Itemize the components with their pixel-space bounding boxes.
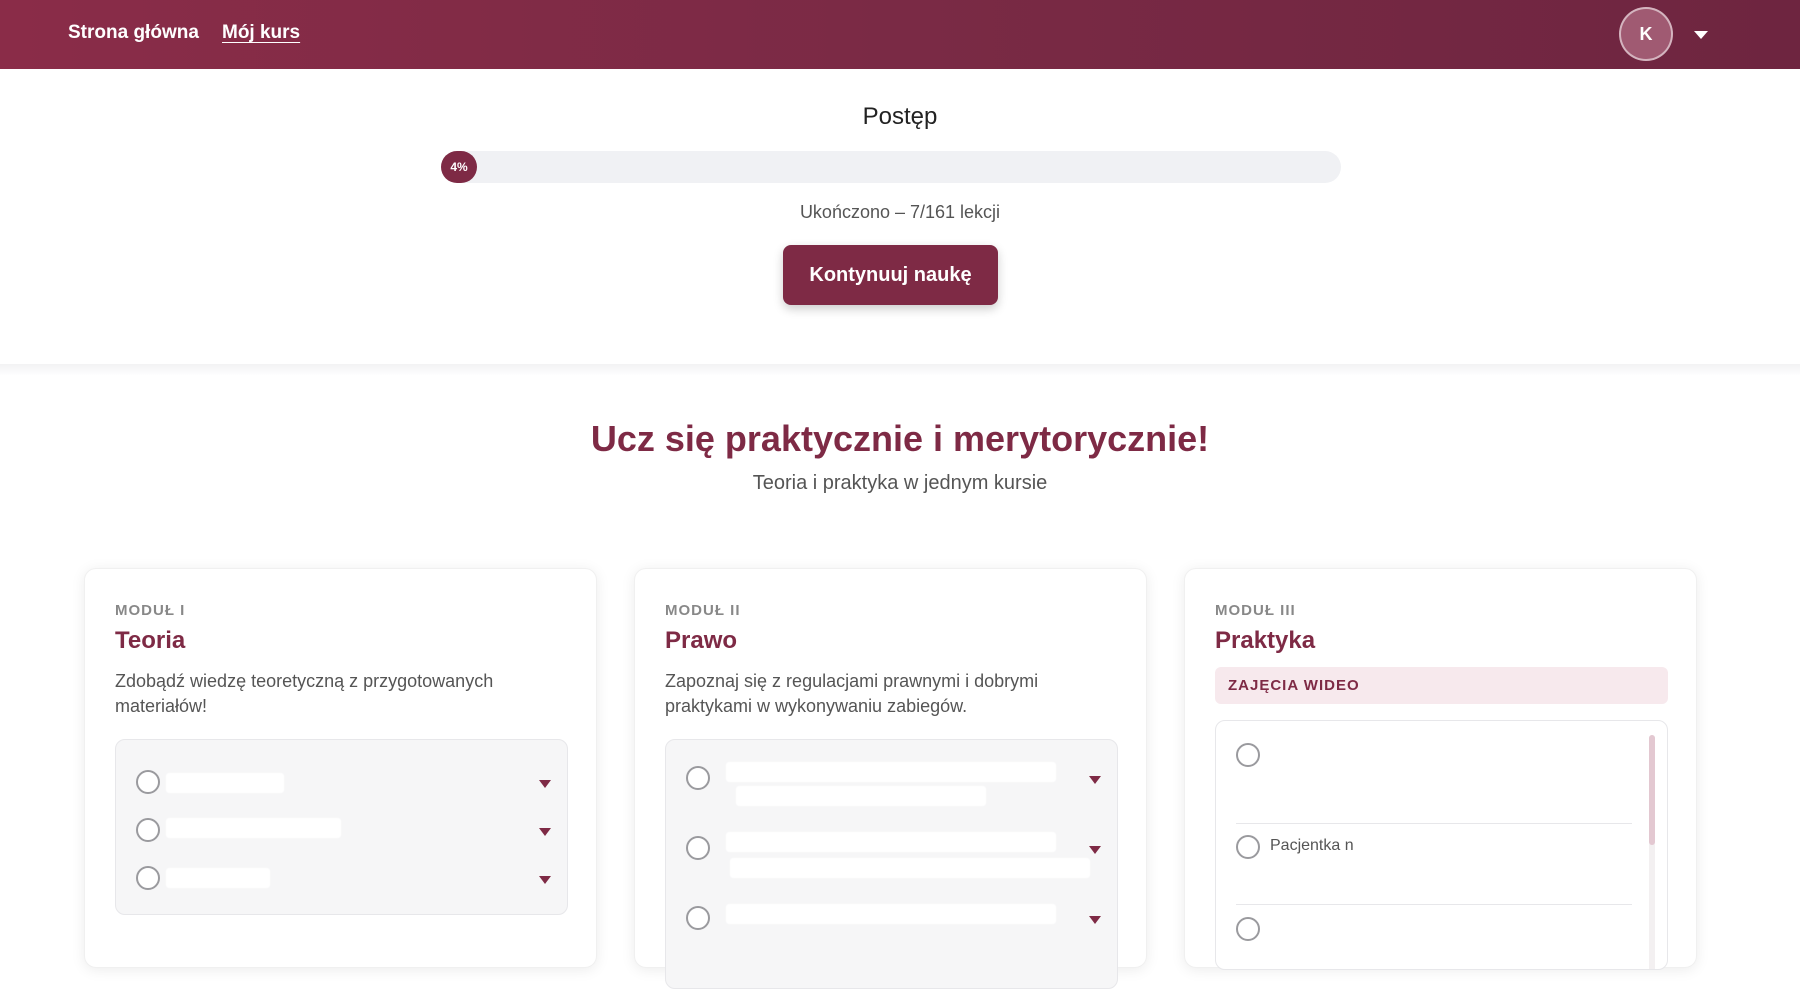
redacted-text <box>166 818 341 838</box>
progress-caption: Ukończono – 7/161 lekcji <box>799 202 1001 222</box>
module-description: Zdobądź wiedzę teoretyczną z przygotowan… <box>115 671 494 716</box>
expand-caret-icon[interactable] <box>1089 776 1101 784</box>
redacted-text <box>726 832 1056 852</box>
section-headline: Ucz się praktycznie i merytorycznie! <box>590 418 1210 459</box>
expand-caret-icon[interactable] <box>539 876 551 884</box>
module-title: Prawo <box>665 627 738 654</box>
lesson-item[interactable] <box>136 810 551 850</box>
user-avatar[interactable]: K <box>1619 7 1673 61</box>
redacted-text <box>1262 861 1442 881</box>
continue-learning-button[interactable]: Kontynuuj naukę <box>783 245 998 305</box>
lesson-title-fragment: Pacjentka n <box>1270 837 1354 854</box>
lesson-status-radio[interactable] <box>136 818 160 842</box>
video-lesson-item[interactable] <box>1236 743 1636 813</box>
scrollbar-thumb[interactable] <box>1649 735 1655 845</box>
lesson-item[interactable] <box>686 828 1101 888</box>
module-description: Zapoznaj się z regulacjami prawnymi i do… <box>665 671 1039 716</box>
lesson-item[interactable] <box>686 758 1101 818</box>
list-divider <box>1236 904 1632 905</box>
lesson-item[interactable] <box>136 762 551 802</box>
expand-caret-icon[interactable] <box>539 828 551 836</box>
lesson-status-radio[interactable] <box>686 836 710 860</box>
progress-title: Postęp <box>862 103 938 130</box>
module-card-law: MODUŁ II Prawo Zapoznaj się z regulacjam… <box>634 568 1147 989</box>
lesson-status-radio[interactable] <box>1236 743 1260 767</box>
nav-my-course-link[interactable]: Mój kurs <box>222 22 300 44</box>
module-title: Teoria <box>115 627 186 654</box>
expand-caret-icon[interactable] <box>1089 846 1101 854</box>
module-label: MODUŁ II <box>665 602 741 619</box>
expand-caret-icon[interactable] <box>1089 916 1101 924</box>
progress-bar: 4% <box>441 151 1341 183</box>
lesson-status-radio[interactable] <box>136 770 160 794</box>
module-title: Praktyka <box>1215 627 1316 654</box>
lesson-status-radio[interactable] <box>686 766 710 790</box>
lesson-list <box>115 739 568 915</box>
module-card-practice: MODUŁ III Praktyka ZAJĘCIA WIDEO Pacjent… <box>1184 568 1697 970</box>
video-lesson-item[interactable] <box>1236 917 1636 967</box>
redacted-text <box>1270 745 1610 765</box>
redacted-text <box>736 786 986 806</box>
video-list-scrollbar[interactable] <box>1649 735 1655 969</box>
redacted-text <box>726 904 1056 924</box>
lesson-item[interactable] <box>136 858 551 898</box>
progress-bar-fill: 4% <box>441 151 477 183</box>
redacted-text <box>1256 769 1572 789</box>
module-label: MODUŁ III <box>1215 602 1296 619</box>
section-subheadline: Teoria i praktyka w jednym kursie <box>752 472 1048 494</box>
redacted-text <box>166 868 270 888</box>
module-label: MODUŁ I <box>115 602 186 619</box>
list-divider <box>1236 823 1632 824</box>
module-card-theory: MODUŁ I Teoria Zdobądź wiedzę teoretyczn… <box>84 568 597 968</box>
lesson-status-radio[interactable] <box>136 866 160 890</box>
lesson-status-radio[interactable] <box>686 906 710 930</box>
redacted-text <box>1276 917 1606 937</box>
video-lesson-item[interactable]: Pacjentka n <box>1236 835 1636 897</box>
lesson-status-radio[interactable] <box>1236 917 1260 941</box>
user-menu-caret-icon[interactable] <box>1694 31 1708 39</box>
video-classes-badge: ZAJĘCIA WIDEO <box>1215 667 1668 704</box>
redacted-text <box>1376 835 1616 855</box>
video-lesson-list: Pacjentka n <box>1215 720 1668 970</box>
redacted-text <box>1256 793 1606 813</box>
lesson-item[interactable] <box>686 898 1101 958</box>
nav-home-link[interactable]: Strona główna <box>68 22 199 44</box>
redacted-text <box>166 773 284 793</box>
top-navigation-bar: Strona główna Mój kurs K <box>0 0 1800 69</box>
section-divider <box>0 364 1800 376</box>
lesson-list <box>665 739 1118 989</box>
lesson-status-radio[interactable] <box>1236 835 1260 859</box>
progress-section: Postęp 4% Ukończono – 7/161 lekcji Konty… <box>0 69 1800 364</box>
expand-caret-icon[interactable] <box>539 780 551 788</box>
redacted-text <box>726 762 1056 782</box>
redacted-text <box>730 858 1090 878</box>
